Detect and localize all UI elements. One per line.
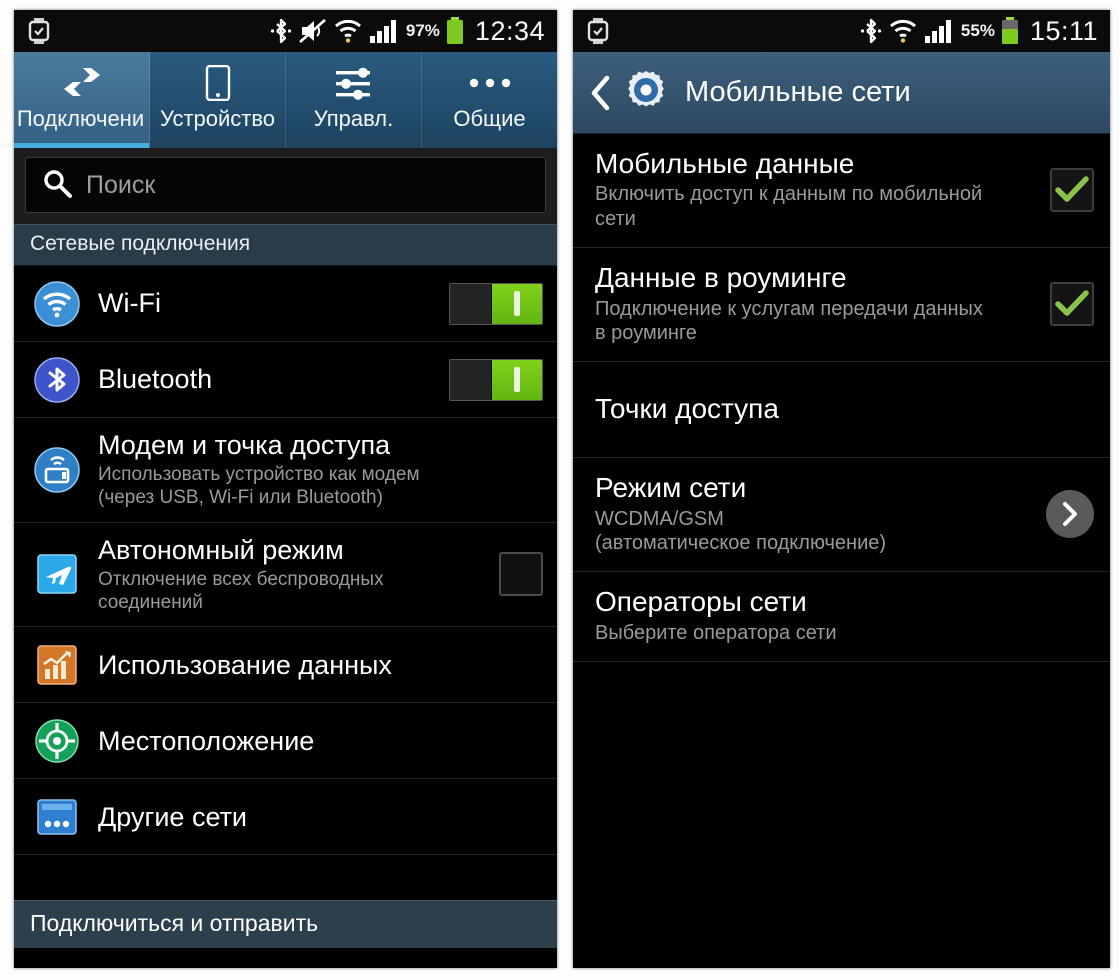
list-item-location[interactable]: Местоположение <box>14 703 557 780</box>
more-networks-icon <box>30 794 84 840</box>
list-item-title: Данные в роуминге <box>595 262 847 294</box>
list-item-title: Модем и точка доступа <box>98 430 391 460</box>
list-item-title: Точки доступа <box>595 393 779 425</box>
toggle-off-half <box>450 283 492 324</box>
list-item-network-mode[interactable]: Режим сети WCDMA/GSM (автоматическое под… <box>573 458 1110 573</box>
list-item-subtitle: Включить доступ к данным по мобильной се… <box>595 183 983 230</box>
ellipsis-icon <box>468 64 512 102</box>
watch-icon <box>28 18 50 44</box>
watch-icon <box>587 18 609 44</box>
search-bar-container: Поиск <box>14 148 557 224</box>
airplane-mode-checkbox[interactable] <box>499 552 543 597</box>
settings-tab-bar: Подключени Устройство Управл. Общие <box>14 52 557 148</box>
tab-device[interactable]: Устройство <box>150 52 286 148</box>
tab-label-controls: Управл. <box>313 106 394 131</box>
chevron-right-icon <box>1063 501 1077 526</box>
connections-list: Wi-Fi Bluetooth Модем и точка доступа Ис… <box>14 266 557 856</box>
airplane-square-icon <box>30 551 84 597</box>
battery-icon <box>1000 17 1020 45</box>
left-phone-screen: 97% 12:34 Подключени Устройство Управл. … <box>14 10 557 968</box>
list-item-title: Режим сети <box>595 472 747 504</box>
toggle-on-half <box>491 283 542 324</box>
list-item-subtitle: Подключение к услугам передачи данных в … <box>595 297 983 344</box>
list-item-subtitle: Выберите оператора сети <box>595 621 837 644</box>
tab-label-device: Устройство <box>159 106 276 131</box>
right-phone-screen: 55% 15:11 Мобильные сети Мобильные данны… <box>573 10 1110 968</box>
wifi-toggle[interactable] <box>449 282 543 325</box>
location-target-icon <box>30 718 84 764</box>
data-usage-chart-icon <box>30 642 84 688</box>
list-item-subtitle: Использовать устройство как модем (через… <box>98 464 420 509</box>
toggle-off-half <box>450 359 492 400</box>
bluetooth-icon <box>860 17 882 45</box>
list-item-tethering[interactable]: Модем и точка доступа Использовать устро… <box>14 418 557 523</box>
clock-label: 12:34 <box>474 15 545 46</box>
search-placeholder: Поиск <box>86 170 156 199</box>
list-item-mobile-data[interactable]: Мобильные данные Включить доступ к данны… <box>573 134 1110 249</box>
list-item-airplane-mode[interactable]: Автономный режим Отключение всех беспров… <box>14 523 557 628</box>
list-item-title: Автономный режим <box>98 534 344 565</box>
wifi-icon <box>889 17 917 45</box>
search-icon <box>42 168 72 203</box>
tab-label-connections: Подключени <box>16 106 145 131</box>
screenshot-root: 97% 12:34 Подключени Устройство Управл. … <box>0 0 1120 980</box>
list-item-title: Bluetooth <box>98 364 213 395</box>
mobile-data-checkbox[interactable] <box>1050 167 1094 212</box>
section-header-network: Сетевые подключения <box>14 224 557 266</box>
list-item-title: Другие сети <box>98 801 248 832</box>
list-item-data-roaming[interactable]: Данные в роуминге Подключение к услугам … <box>573 248 1110 363</box>
clock-label: 15:11 <box>1029 15 1098 46</box>
checkmark-icon <box>1055 289 1089 316</box>
signal-bars-icon <box>924 18 954 44</box>
list-item-subtitle: WCDMA/GSM (автоматическое подключение) <box>595 507 887 555</box>
search-input[interactable]: Поиск <box>25 157 546 213</box>
sliders-icon <box>334 64 374 102</box>
right-status-bar: 55% 15:11 <box>573 10 1110 52</box>
checkmark-icon <box>1055 175 1089 202</box>
battery-icon <box>445 17 465 45</box>
list-item-title: Использование данных <box>98 649 392 680</box>
list-item-title: Мобильные данные <box>595 148 855 179</box>
list-item-network-operators[interactable]: Операторы сети Выберите оператора сети <box>573 572 1110 663</box>
mobile-networks-list: Мобильные данные Включить доступ к данны… <box>573 134 1110 663</box>
bottom-action-bar[interactable]: Подключиться и отправить <box>14 900 557 948</box>
list-item-more-networks[interactable]: Другие сети <box>14 779 557 856</box>
app-bar: Мобильные сети <box>573 52 1110 134</box>
page-title: Мобильные сети <box>685 76 911 108</box>
signal-bars-icon <box>369 18 399 44</box>
tab-controls[interactable]: Управл. <box>286 52 422 148</box>
list-item-access-points[interactable]: Точки доступа <box>573 362 1110 459</box>
bottom-filler <box>14 948 557 968</box>
toggle-on-half <box>491 359 542 400</box>
list-item-subtitle: Отключение всех беспроводных соединений <box>98 568 384 613</box>
wifi-icon <box>334 17 362 45</box>
toggle-divider <box>491 359 493 400</box>
network-mode-chevron-button[interactable] <box>1046 489 1094 538</box>
battery-percent-label: 55% <box>960 21 995 40</box>
list-item-bluetooth[interactable]: Bluetooth <box>14 342 557 418</box>
left-status-bar: 97% 12:34 <box>14 10 557 52</box>
tab-general[interactable]: Общие <box>422 52 557 148</box>
back-chevron-icon[interactable] <box>589 75 611 111</box>
data-roaming-checkbox[interactable] <box>1050 281 1094 326</box>
tab-label-general: Общие <box>453 106 526 131</box>
bluetooth-circle-icon <box>30 356 84 403</box>
wifi-circle-icon <box>30 280 84 327</box>
list-item-title: Местоположение <box>98 725 315 756</box>
list-item-title: Операторы сети <box>595 586 807 618</box>
list-item-data-usage[interactable]: Использование данных <box>14 627 557 704</box>
toggle-divider <box>491 283 493 324</box>
phone-device-icon <box>205 64 231 102</box>
settings-gear-icon <box>625 69 667 116</box>
tethering-circle-icon <box>30 447 84 493</box>
list-item-title: Wi-Fi <box>98 288 161 319</box>
battery-percent-label: 97% <box>405 21 440 40</box>
sound-muted-icon <box>299 17 327 45</box>
tab-connections[interactable]: Подключени <box>14 52 150 148</box>
list-item-wifi[interactable]: Wi-Fi <box>14 266 557 342</box>
bluetooth-icon <box>270 17 292 45</box>
bluetooth-toggle[interactable] <box>449 358 543 401</box>
connections-arrows-icon <box>62 64 102 102</box>
